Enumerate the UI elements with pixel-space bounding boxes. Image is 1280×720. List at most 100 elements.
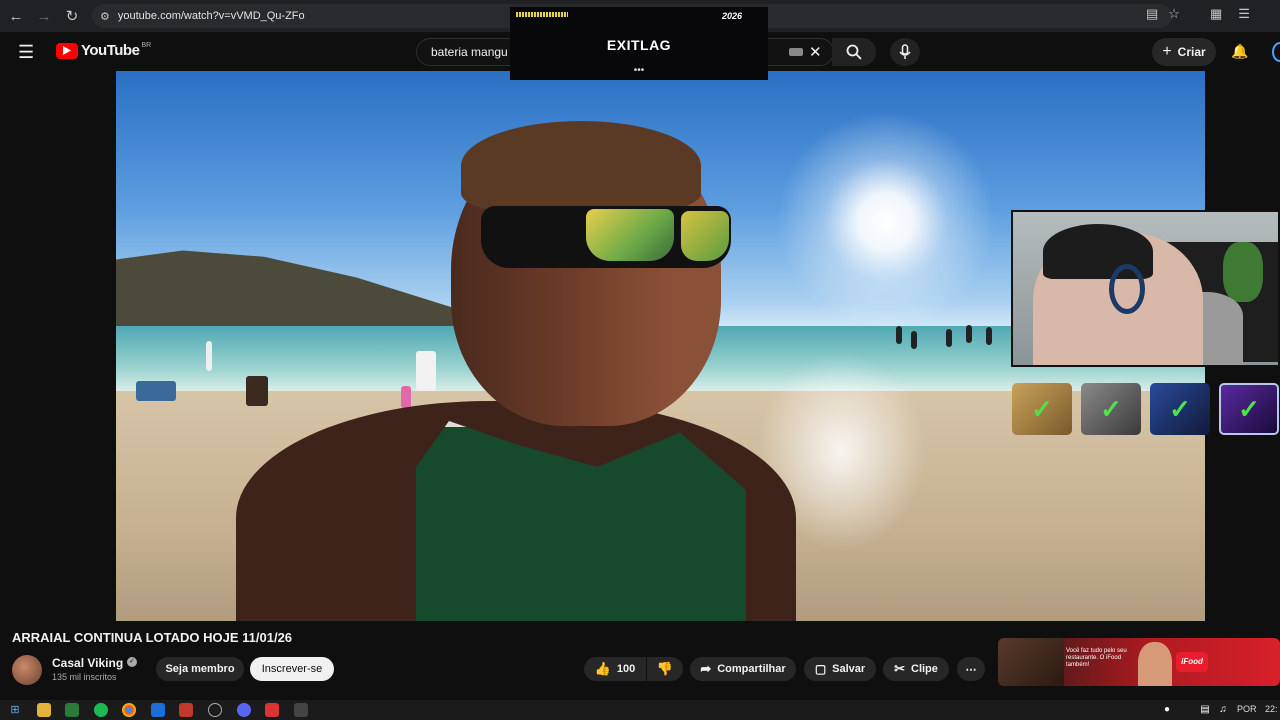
create-label: Criar <box>1177 45 1206 59</box>
file-explorer-icon[interactable] <box>37 703 51 717</box>
beachgoer <box>401 386 411 408</box>
youtube-logo-text: YouTube <box>81 42 140 59</box>
bookmark-icon: ▢ <box>814 662 827 676</box>
beachgoer <box>416 351 436 391</box>
ad-food-image <box>998 638 1064 686</box>
voice-search-button[interactable] <box>890 38 920 66</box>
ad-brand: EXITLAG <box>606 37 672 53</box>
forward-icon[interactable]: → <box>30 2 58 30</box>
streamer-webcam <box>1011 210 1280 367</box>
exitlag-ad-overlay[interactable]: 2026 EXITLAG ••• <box>510 7 768 80</box>
browser-extensions: ▦ ☰ <box>1210 6 1250 22</box>
app-icon[interactable] <box>151 703 165 717</box>
app-icon[interactable] <box>179 703 193 717</box>
network-icon[interactable]: ▤ <box>1198 703 1212 717</box>
thumbs-down-icon: 👎 <box>656 661 674 676</box>
ad-person <box>1138 642 1172 686</box>
achievement-check-icon: ✓ <box>1081 383 1141 435</box>
extensions-icon[interactable]: ▦ <box>1210 6 1222 22</box>
beachgoer <box>136 381 176 401</box>
youtube-play-icon <box>56 42 78 59</box>
keyboard-icon[interactable] <box>789 48 803 56</box>
more-actions-button[interactable]: ⋯ <box>957 657 985 681</box>
beachgoer <box>896 326 902 344</box>
back-icon[interactable]: ← <box>2 2 30 30</box>
search-button[interactable] <box>832 38 876 66</box>
achievement-check-icon: ✓ <box>1012 383 1072 435</box>
achievement-check-icon: ✓ <box>1219 383 1279 435</box>
menu-icon[interactable]: ☰ <box>18 42 34 63</box>
video-title: ARRAIAL CONTINUA LOTADO HOJE 11/01/26 <box>12 630 293 645</box>
account-avatar[interactable] <box>1272 42 1280 62</box>
cast-icon[interactable]: ▤ <box>1146 6 1158 22</box>
notifications-bell-icon[interactable]: 🔔 <box>1231 43 1248 60</box>
beachgoer <box>946 329 952 347</box>
ad-more-icon[interactable]: ••• <box>510 66 768 76</box>
sunglasses-lens-left <box>586 209 674 261</box>
achievement-check-icon: ✓ <box>1150 383 1210 435</box>
sunglasses-lens-right <box>681 211 729 261</box>
beachgoer <box>911 331 917 349</box>
create-button[interactable]: + Criar <box>1152 38 1216 66</box>
subscribe-button[interactable]: Inscrever-se <box>250 657 334 681</box>
chrome-icon[interactable] <box>122 703 136 717</box>
subscribe-label: Inscrever-se <box>261 663 323 675</box>
join-button[interactable]: Seja membro <box>156 657 244 681</box>
join-label: Seja membro <box>165 663 235 675</box>
channel-avatar[interactable] <box>12 655 42 685</box>
reload-icon[interactable]: ↻ <box>58 2 86 30</box>
plus-icon: + <box>1162 43 1172 60</box>
beachgoer <box>246 376 268 406</box>
country-code: BR <box>141 42 152 49</box>
app-icon[interactable] <box>294 703 308 717</box>
microphone-tray-icon[interactable]: ● <box>1160 703 1174 717</box>
share-icon: ➦ <box>700 661 712 676</box>
search-icon <box>846 44 862 60</box>
spotify-icon[interactable] <box>94 703 108 717</box>
ifood-logo: iFood <box>1176 652 1208 672</box>
like-dislike-group: 👍 100 👎 <box>584 657 684 681</box>
like-button[interactable]: 👍 100 <box>584 657 646 681</box>
share-label: Compartilhar <box>717 663 786 675</box>
thumbs-up-icon: 👍 <box>594 661 611 676</box>
headset-icon <box>1109 264 1145 314</box>
clip-button[interactable]: ✂ Clipe <box>883 657 949 681</box>
channel-name[interactable]: Casal Viking <box>52 656 123 670</box>
browser-actions: ▤ ☆ <box>1146 6 1180 22</box>
beachgoer <box>986 327 992 345</box>
plant <box>1223 242 1263 302</box>
youtube-logo[interactable]: YouTube BR <box>56 42 151 59</box>
obs-icon[interactable] <box>208 703 222 717</box>
windows-start-icon[interactable]: ⊞ <box>8 703 22 717</box>
clip-label: Clipe <box>911 663 938 675</box>
hill <box>116 250 486 336</box>
microphone-icon <box>899 44 911 59</box>
ad-year: 2026 <box>721 11 742 21</box>
ifood-ad-banner[interactable]: Você faz tudo pelo seu restaurante. O iF… <box>998 638 1280 686</box>
app-icon[interactable] <box>265 703 279 717</box>
share-button[interactable]: ➦ Compartilhar <box>690 657 796 681</box>
bookmark-star-icon[interactable]: ☆ <box>1168 6 1180 22</box>
volume-icon[interactable]: ♫ <box>1216 703 1230 717</box>
beachgoer <box>206 341 212 371</box>
discord-icon[interactable] <box>237 703 251 717</box>
input-language[interactable]: POR <box>1237 704 1257 714</box>
save-label: Salvar <box>832 663 866 675</box>
system-clock[interactable]: 22: <box>1265 704 1278 714</box>
sun <box>776 111 996 331</box>
site-info-icon[interactable]: ⚙ <box>100 10 110 23</box>
ad-stripe <box>516 12 568 17</box>
verified-icon: ✓ <box>127 657 137 667</box>
scissors-icon: ✂ <box>894 661 905 676</box>
dislike-button[interactable]: 👎 <box>647 657 683 681</box>
reading-list-icon[interactable]: ☰ <box>1238 6 1250 22</box>
app-icon[interactable] <box>65 703 79 717</box>
clear-search-icon[interactable]: ✕ <box>809 43 822 61</box>
subscriber-count: 135 mil inscritos <box>52 672 117 682</box>
search-query: bateria mangu <box>431 45 508 59</box>
beachgoer <box>966 325 972 343</box>
more-horizontal-icon: ⋯ <box>965 663 977 676</box>
like-count: 100 <box>616 663 636 675</box>
save-button[interactable]: ▢ Salvar <box>804 657 876 681</box>
person-hair <box>461 121 701 211</box>
